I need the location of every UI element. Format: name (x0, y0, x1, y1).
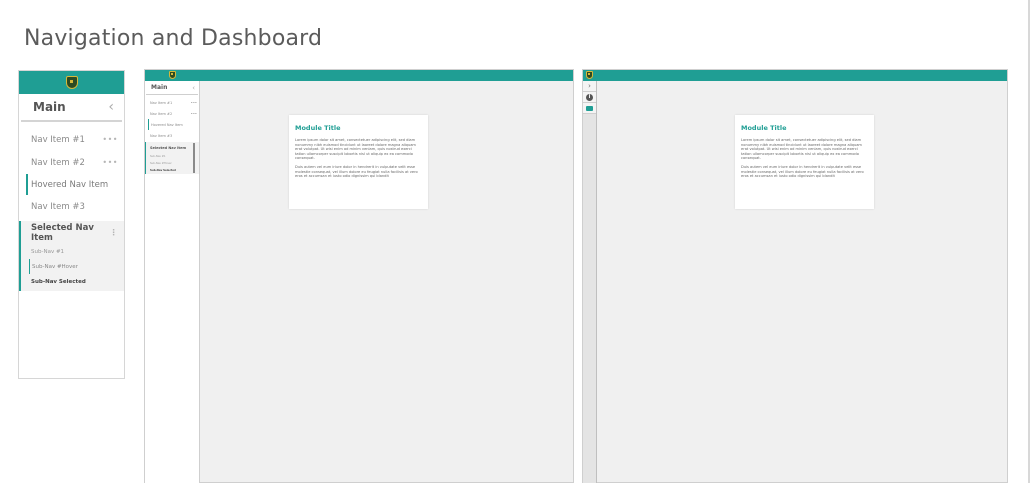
nav-item-label: Nav Item #1 (31, 134, 85, 145)
mini-nav-title: Main (151, 84, 168, 91)
mini-nav-item-3[interactable]: Nav Item #3 (145, 130, 199, 141)
folder-icon[interactable] (583, 103, 596, 114)
more-dots-icon[interactable]: ••• (191, 112, 197, 116)
nav-item-label: Hovered Nav Item (31, 179, 109, 190)
preview-topbar (583, 70, 1007, 81)
nav-header: Main ‹ (21, 94, 122, 122)
mini-nav-item-hovered[interactable]: Hovered Nav Item (148, 119, 199, 130)
module-title: Module Title (295, 124, 341, 132)
nav-selected-group: Selected Nav Item ⋮ Sub-Nav #1 Sub-Nav #… (19, 221, 124, 291)
sub-nav-item-1[interactable]: Sub-Nav #1 (21, 244, 124, 259)
mini-sub-nav-hover[interactable]: Sub-Nav #Hover (146, 160, 199, 167)
nav-item-2[interactable]: Nav Item #2 ••• (19, 151, 124, 174)
nav-topbar (19, 71, 124, 94)
shield-logo-icon[interactable] (169, 71, 176, 79)
mini-nav-selected-group: Selected Nav Item Sub-Nav #1 Sub-Nav #Ho… (145, 142, 199, 174)
mini-nav-label: Selected Nav Item (150, 145, 187, 150)
nav-item-selected[interactable]: Selected Nav Item ⋮ (21, 221, 124, 244)
nav-item-1[interactable]: Nav Item #1 ••• (19, 128, 124, 151)
module-paragraph-1: Lorem ipsum dolor sit amet, consectetuer… (741, 138, 862, 161)
nav-panel: Main ‹ Nav Item #1 ••• Nav Item #2 ••• H… (18, 70, 125, 379)
chevron-right-icon[interactable]: › (583, 81, 596, 92)
mini-sub-nav-1[interactable]: Sub-Nav #1 (146, 153, 199, 160)
mini-nav-item-selected[interactable]: Selected Nav Item (146, 142, 199, 153)
sub-nav-item-hover[interactable]: Sub-Nav #Hover (29, 259, 124, 274)
nav-header-title: Main (33, 100, 66, 114)
more-dots-icon[interactable]: ••• (102, 158, 118, 167)
preview-expanded: Main ‹ Nav Item #1 ••• Nav Item #2 ••• Hov… (144, 69, 574, 483)
module-paragraph-2: Duis autem vel eum iriure dolor in hendr… (741, 164, 864, 179)
nav-item-label: Nav Item #3 (31, 201, 85, 212)
preview-topbar (145, 70, 573, 81)
scrollbar[interactable] (193, 143, 195, 173)
more-dots-icon[interactable]: ••• (191, 101, 197, 105)
mini-sub-nav-selected[interactable]: Sub-Nav Selected (146, 167, 199, 174)
mini-nav-label: Nav Item #1 (150, 100, 173, 105)
more-dots-icon[interactable]: ••• (102, 135, 118, 144)
mini-nav-item-1[interactable]: Nav Item #1 ••• (145, 97, 199, 108)
nav-item-label: Selected Nav Item (31, 222, 94, 243)
info-icon[interactable]: i (583, 92, 596, 103)
module-paragraph-1: Lorem ipsum dolor sit amet, consectetuer… (295, 138, 416, 161)
mini-nav-label: Nav Item #3 (150, 133, 173, 138)
mini-nav-panel: Main ‹ Nav Item #1 ••• Nav Item #2 ••• Hov… (145, 81, 200, 483)
chevron-left-icon[interactable]: ‹ (192, 84, 195, 92)
module-card: Module Title Lorem ipsum dolor sit amet,… (735, 115, 874, 209)
preview-collapsed: › i Module Title Lorem ipsum dolor sit a… (582, 69, 1008, 483)
shield-logo-icon[interactable] (65, 76, 78, 89)
mini-nav-label: Nav Item #2 (150, 111, 173, 116)
mini-nav-header: Main ‹ (146, 81, 198, 95)
page-title: Navigation and Dashboard (24, 26, 323, 51)
mini-nav-item-2[interactable]: Nav Item #2 ••• (145, 108, 199, 119)
sub-nav-item-selected[interactable]: Sub-Nav Selected (21, 274, 124, 289)
nav-item-label: Nav Item #2 (31, 157, 85, 168)
more-vertical-icon[interactable]: ⋮ (110, 228, 119, 237)
shield-logo-icon[interactable] (586, 71, 593, 79)
chevron-left-icon[interactable]: ‹ (108, 99, 114, 115)
module-paragraph-2: Duis autem vel eum iriure dolor in hendr… (295, 164, 418, 179)
module-card: Module Title Lorem ipsum dolor sit amet,… (289, 115, 428, 209)
mini-nav-label: Hovered Nav Item (151, 122, 183, 127)
nav-item-hovered[interactable]: Hovered Nav Item (26, 174, 124, 195)
module-title: Module Title (741, 124, 787, 132)
nav-item-3[interactable]: Nav Item #3 (19, 195, 124, 218)
collapsed-rail: › i (583, 81, 597, 483)
